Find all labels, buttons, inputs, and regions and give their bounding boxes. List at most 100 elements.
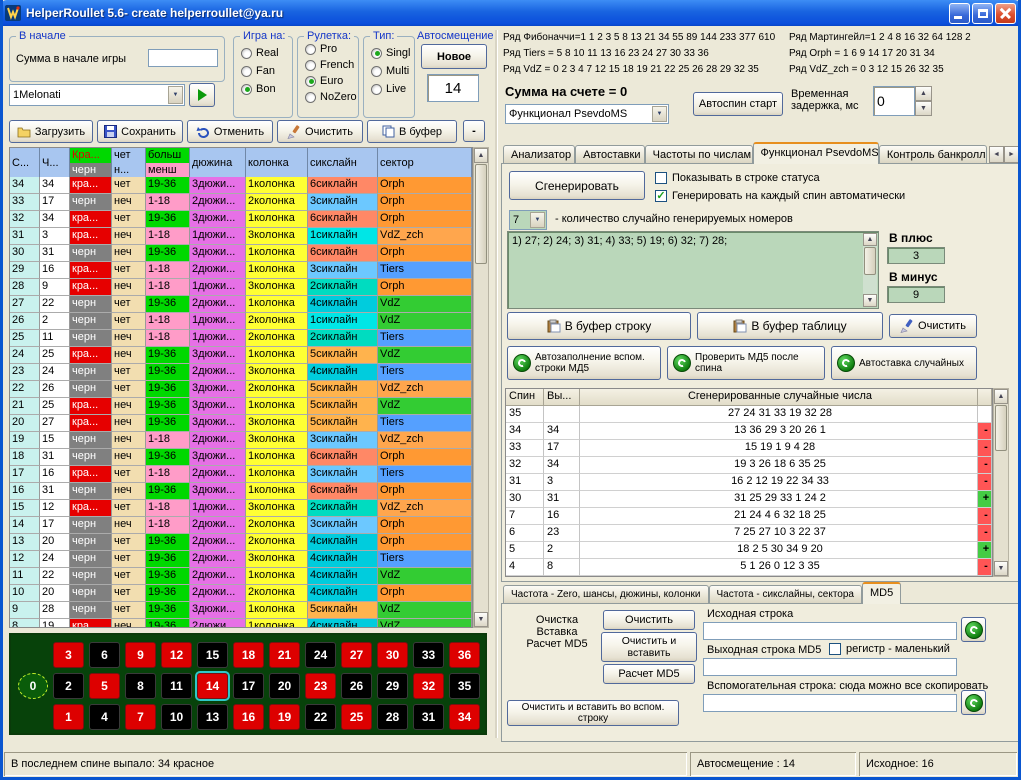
- history-row[interactable]: 1512кра...чет1-181дюжи...3колонка2сиклай…: [10, 500, 472, 517]
- board-number[interactable]: 19: [269, 704, 300, 730]
- tabs-scroll-right-icon[interactable]: ►: [1004, 146, 1019, 163]
- scrollbar-thumb[interactable]: [475, 164, 487, 264]
- tab-md5[interactable]: MD5: [862, 582, 901, 604]
- board-number[interactable]: 21: [269, 642, 300, 668]
- generated-col-numbers[interactable]: Сгенерированные случайные числа: [580, 389, 978, 406]
- board-number[interactable]: 11: [161, 673, 192, 699]
- clear-button[interactable]: Очистить: [277, 120, 363, 143]
- md5-source-input[interactable]: [703, 622, 957, 640]
- board-number[interactable]: 3: [53, 642, 84, 668]
- generated-row[interactable]: 31316 2 12 19 22 34 33-: [506, 474, 992, 491]
- preset-play-button[interactable]: [189, 83, 215, 107]
- history-row[interactable]: 3031черннеч19-363дюжи...1колонка6сиклайн…: [10, 245, 472, 262]
- history-row[interactable]: 1716кра...чет1-182дюжи...1колонка3сиклай…: [10, 466, 472, 483]
- board-number[interactable]: 25: [341, 704, 372, 730]
- history-row[interactable]: 1915черннеч1-182дюжи...3колонка3сиклайнV…: [10, 432, 472, 449]
- board-number[interactable]: 36: [449, 642, 480, 668]
- generated-row[interactable]: 323419 3 26 18 6 35 25-: [506, 457, 992, 474]
- board-number[interactable]: 2: [53, 673, 84, 699]
- generated-row[interactable]: 331715 19 1 9 4 28-: [506, 440, 992, 457]
- board-number[interactable]: 8: [125, 673, 156, 699]
- md5-source-refresh-button[interactable]: [961, 617, 986, 642]
- history-row[interactable]: 1831черннеч19-363дюжи...1колонка6сиклайн…: [10, 449, 472, 466]
- history-row[interactable]: 1020чернчет19-362дюжи...2колонка4сиклайн…: [10, 585, 472, 602]
- board-number[interactable]: 4: [89, 704, 120, 730]
- radio-live[interactable]: Live: [371, 83, 406, 95]
- history-row[interactable]: 313кра...неч1-181дюжи...3колонка1сиклайн…: [10, 228, 472, 245]
- generated-row[interactable]: 6237 25 27 10 3 22 37-: [506, 525, 992, 542]
- radio-pro[interactable]: Pro: [305, 43, 337, 55]
- scroll-down-icon[interactable]: ▼: [994, 561, 1008, 576]
- tab-frequencies[interactable]: Частоты по числам: [645, 145, 753, 164]
- scrollbar-thumb[interactable]: [995, 405, 1007, 451]
- tab-freq-chances[interactable]: Частота - Zero, шансы, дюжины, колонки: [503, 585, 709, 604]
- generated-numbers-textarea[interactable]: 1) 27; 2) 24; 3) 31; 4) 33; 5) 19; 6) 32…: [507, 231, 879, 309]
- maximize-button[interactable]: [972, 3, 993, 24]
- functional-combo[interactable]: Функционал PsevdoMS ▼: [505, 104, 669, 124]
- generated-row[interactable]: 485 1 26 0 12 3 35-: [506, 559, 992, 576]
- check-md5-button[interactable]: Проверить МД5 после спина: [667, 346, 825, 380]
- history-row[interactable]: 1224чернчет19-362дюжи...3колонка4сиклайн…: [10, 551, 472, 568]
- radio-singl[interactable]: Singl: [371, 47, 410, 59]
- board-number[interactable]: 16: [233, 704, 264, 730]
- generated-row[interactable]: 71621 24 4 6 32 18 25-: [506, 508, 992, 525]
- history-col-header[interactable]: Кра...черн: [70, 148, 112, 177]
- md5-clear-paste-button[interactable]: Очистить и вставить: [601, 632, 697, 662]
- generated-col-out[interactable]: Вы...: [544, 389, 580, 406]
- radio-euro[interactable]: Euro: [305, 75, 343, 87]
- history-row[interactable]: 2916кра...чет1-182дюжи...1колонка3сиклай…: [10, 262, 472, 279]
- history-row[interactable]: 819кра...неч19-362дюжи...1колонка4сиклай…: [10, 619, 472, 628]
- preset-combo[interactable]: 1Melonati ▼: [9, 84, 185, 106]
- spinner-up-icon[interactable]: ▲: [915, 86, 932, 101]
- chevron-down-icon[interactable]: ▼: [168, 86, 183, 104]
- board-number[interactable]: 32: [413, 673, 444, 699]
- board-number[interactable]: 6: [89, 642, 120, 668]
- generated-row[interactable]: 343413 36 29 3 20 26 1-: [506, 423, 992, 440]
- md5-aux-input[interactable]: [703, 694, 957, 712]
- tab-autobets[interactable]: Автоставки: [575, 145, 645, 164]
- board-number[interactable]: 27: [341, 642, 372, 668]
- board-number[interactable]: 31: [413, 704, 444, 730]
- board-number[interactable]: 7: [125, 704, 156, 730]
- minus-button[interactable]: -: [463, 120, 485, 142]
- buffer-button[interactable]: В буфер: [367, 120, 457, 143]
- board-zero[interactable]: 0: [18, 673, 48, 699]
- scroll-up-icon[interactable]: ▲: [863, 233, 877, 246]
- tab-functional-psevdoms[interactable]: Функционал PsevdoMS: [753, 142, 879, 164]
- generated-row[interactable]: 303131 25 29 33 1 24 2+: [506, 491, 992, 508]
- board-number[interactable]: 18: [233, 642, 264, 668]
- radio-french[interactable]: French: [305, 59, 354, 71]
- board-number[interactable]: 14: [197, 673, 228, 699]
- buffer-table-button[interactable]: В буфер таблицу: [697, 312, 883, 340]
- radio-nozero[interactable]: NoZero: [305, 91, 357, 103]
- tab-freq-sixlines[interactable]: Частота - сикслайны, сектора: [709, 585, 862, 604]
- close-button[interactable]: [995, 3, 1016, 24]
- history-row[interactable]: 3234кра...чет19-363дюжи...1колонка6сикла…: [10, 211, 472, 228]
- board-number[interactable]: 5: [89, 673, 120, 699]
- history-row[interactable]: 262чернчет1-181дюжи...2колонка1сиклайнVd…: [10, 313, 472, 330]
- scroll-down-icon[interactable]: ▼: [474, 612, 488, 627]
- board-number[interactable]: 29: [377, 673, 408, 699]
- save-button[interactable]: Сохранить: [97, 120, 183, 143]
- history-row[interactable]: 2125кра...неч19-363дюжи...1колонка5сикла…: [10, 398, 472, 415]
- tab-analyzer[interactable]: Анализатор: [503, 145, 575, 164]
- history-row[interactable]: 928чернчет19-363дюжи...1колонка5сиклайнV…: [10, 602, 472, 619]
- autofill-md5-button[interactable]: Автозаполнение вспом. строки МД5: [507, 346, 661, 380]
- delay-value[interactable]: 0: [873, 86, 915, 116]
- md5-clear-button[interactable]: Очистить: [603, 610, 695, 630]
- chevron-down-icon[interactable]: ▼: [530, 212, 545, 228]
- board-number[interactable]: 22: [305, 704, 336, 730]
- board-number[interactable]: 26: [341, 673, 372, 699]
- radio-real[interactable]: Real: [241, 47, 279, 59]
- radio-fan[interactable]: Fan: [241, 65, 275, 77]
- md5-clear-paste-aux-button[interactable]: Очистить и вставить во вспом. строку: [507, 700, 679, 726]
- history-col-header[interactable]: Ч...: [40, 148, 70, 177]
- buffer-row-button[interactable]: В буфер строку: [507, 312, 691, 340]
- board-number[interactable]: 1: [53, 704, 84, 730]
- md5-calc-button[interactable]: Расчет MD5: [603, 664, 695, 684]
- history-row[interactable]: 2511черннеч1-181дюжи...2колонка2сиклайнT…: [10, 330, 472, 347]
- board-number[interactable]: 24: [305, 642, 336, 668]
- load-button[interactable]: Загрузить: [9, 120, 93, 143]
- autospin-start-button[interactable]: Автоспин старт: [693, 92, 783, 116]
- history-scrollbar[interactable]: ▲ ▼: [473, 147, 489, 628]
